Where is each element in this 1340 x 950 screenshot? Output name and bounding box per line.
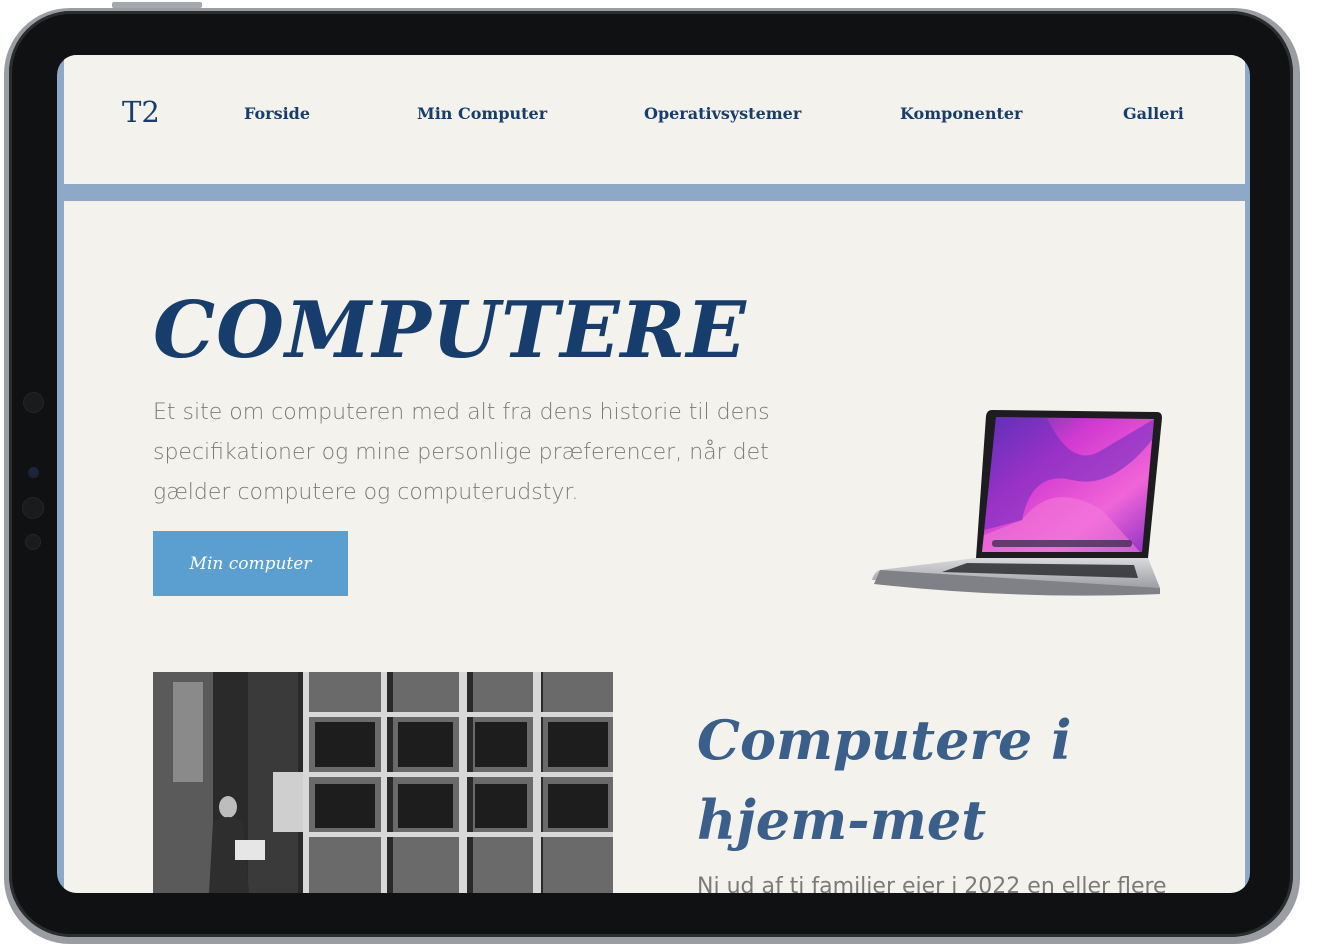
tablet-top-button [112, 2, 202, 8]
nav-item-min-computer[interactable]: Min Computer [417, 104, 547, 123]
hero-title: COMPUTERE [153, 285, 747, 376]
nav-item-forside[interactable]: Forside [244, 104, 310, 123]
hero-description: Et site om computeren med alt fra dens h… [153, 400, 770, 505]
nav-item-galleri[interactable]: Galleri [1123, 104, 1184, 123]
header-divider-bar [64, 184, 1245, 201]
tablet-sensor [23, 498, 43, 518]
site-header: T2 Forside Min Computer Operativsystemer… [64, 55, 1245, 184]
min-computer-button[interactable]: Min computer [153, 531, 348, 596]
nav-item-komponenter[interactable]: Komponenter [900, 104, 1022, 123]
web-page: T2 Forside Min Computer Operativsystemer… [64, 55, 1245, 893]
site-logo[interactable]: T2 [122, 95, 160, 129]
section-title: Computere i hjem-met [697, 708, 1072, 852]
tablet-sensor [24, 393, 43, 412]
section-text: Ni ud af ti familier ejer i 2022 en elle… [697, 874, 1167, 893]
vintage-mainframe-photo [153, 672, 613, 893]
tablet-screen: T2 Forside Min Computer Operativsystemer… [57, 55, 1250, 893]
nav-item-operativsystemer[interactable]: Operativsystemer [644, 104, 801, 123]
tablet-camera [29, 468, 38, 477]
laptop-image [872, 410, 1162, 596]
tablet-sensor [26, 535, 40, 549]
